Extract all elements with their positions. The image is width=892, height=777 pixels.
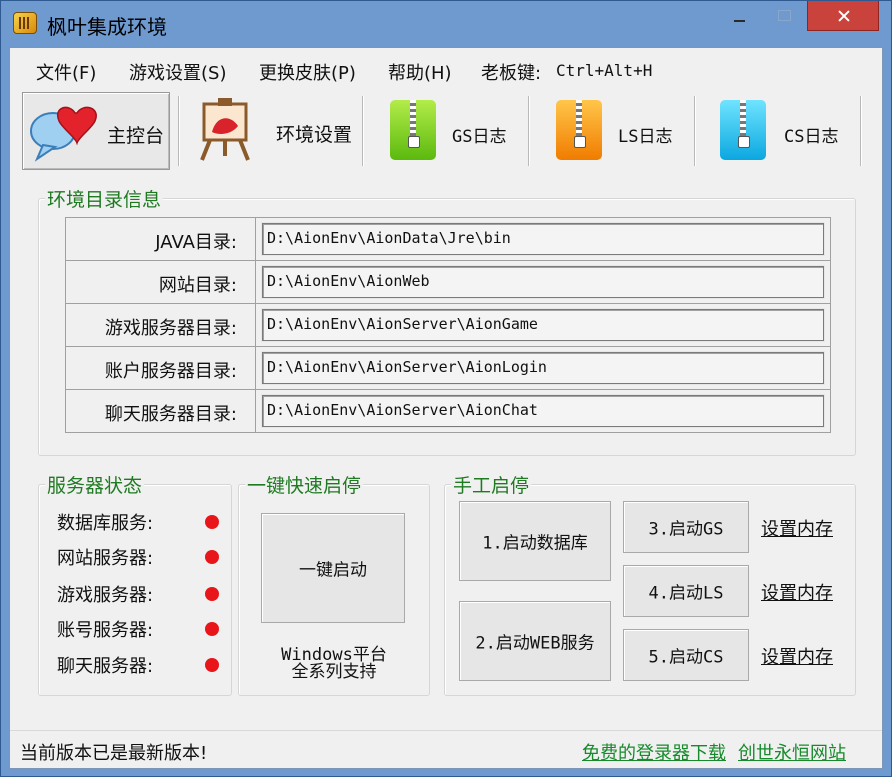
db-service-label: 数据库服务: bbox=[57, 513, 154, 534]
start-ls-label: 4.启动LS bbox=[648, 583, 724, 604]
minimize-icon[interactable] bbox=[715, 1, 763, 31]
version-status-text: 当前版本已是最新版本! bbox=[20, 743, 208, 764]
boss-key-label: 老板键: bbox=[481, 63, 542, 84]
list-item: 网站服务器: bbox=[57, 544, 219, 570]
set-memory-gs-link[interactable]: 设置内存 bbox=[761, 515, 833, 541]
table-row: 游戏服务器目录: D:\AionEnv\AionServer\AionGame bbox=[65, 303, 831, 347]
menu-help[interactable]: 帮助(H) bbox=[388, 59, 452, 85]
dir-label-cell: 聊天服务器目录: bbox=[66, 390, 256, 432]
set-memory-cs-link[interactable]: 设置内存 bbox=[761, 643, 833, 669]
start-database-button[interactable]: 1.启动数据库 bbox=[459, 501, 611, 581]
tab-gs-log[interactable]: GS日志 bbox=[368, 92, 528, 170]
manual-control-title: 手工启停 bbox=[451, 471, 532, 498]
list-item: 账号服务器: bbox=[57, 616, 219, 642]
zip-cyan-icon bbox=[720, 100, 766, 160]
menu-file[interactable]: 文件(F) bbox=[36, 59, 96, 85]
tab-env-settings-label: 环境设置 bbox=[276, 124, 353, 146]
game-server-dir-label: 游戏服务器目录: bbox=[104, 318, 237, 339]
one-click-start-label: 一键启动 bbox=[299, 560, 367, 581]
tab-env-settings[interactable]: 环境设置 bbox=[186, 92, 358, 170]
set-memory-ls-link[interactable]: 设置内存 bbox=[761, 579, 833, 605]
start-cs-button[interactable]: 5.启动CS bbox=[623, 629, 749, 681]
chat-server-dir-label: 聊天服务器目录: bbox=[104, 404, 237, 425]
dir-label-cell: 游戏服务器目录: bbox=[66, 304, 256, 346]
toolbar-divider bbox=[178, 96, 180, 166]
one-click-start-button[interactable]: 一键启动 bbox=[261, 513, 405, 623]
table-row: 网站目录: D:\AionEnv\AionWeb bbox=[65, 260, 831, 304]
toolbar-divider bbox=[362, 96, 364, 166]
start-ls-button[interactable]: 4.启动LS bbox=[623, 565, 749, 617]
java-dir-field[interactable]: D:\AionEnv\AionData\Jre\bin bbox=[262, 223, 824, 255]
tab-cs-log-label: CS日志 bbox=[784, 127, 839, 147]
game-status-led bbox=[205, 587, 219, 601]
game-server-label: 游戏服务器: bbox=[57, 585, 154, 606]
table-row: 账户服务器目录: D:\AionEnv\AionServer\AionLogin bbox=[65, 346, 831, 390]
tab-main-console[interactable]: 主控台 bbox=[22, 92, 170, 170]
table-row: JAVA目录: D:\AionEnv\AionData\Jre\bin bbox=[65, 217, 831, 261]
status-bar: 当前版本已是最新版本! 免费的登录器下载 创世永恒网站 bbox=[10, 730, 882, 768]
table-row: 聊天服务器目录: D:\AionEnv\AionServer\AionChat bbox=[65, 389, 831, 433]
web-dir-field[interactable]: D:\AionEnv\AionWeb bbox=[262, 266, 824, 298]
start-web-label: 2.启动WEB服务 bbox=[475, 633, 595, 654]
chat-server-dir-field[interactable]: D:\AionEnv\AionServer\AionChat bbox=[262, 395, 824, 427]
website-link[interactable]: 创世永恒网站 bbox=[738, 739, 846, 765]
toolbar-divider bbox=[694, 96, 696, 166]
toolbar: 主控台 环境设置 GS日志 LS日志 CS日志 bbox=[10, 92, 882, 176]
quick-start-group: 一键快速启停 一键启动 Windows平台 全系列支持 bbox=[238, 471, 430, 696]
window-title: 枫叶集成环境 bbox=[47, 15, 167, 39]
login-server-dir-field[interactable]: D:\AionEnv\AionServer\AionLogin bbox=[262, 352, 824, 384]
tab-cs-log[interactable]: CS日志 bbox=[700, 92, 862, 170]
chat-server-label: 聊天服务器: bbox=[57, 656, 154, 677]
list-item: 数据库服务: bbox=[57, 509, 219, 535]
chat-bubbles-icon bbox=[30, 106, 97, 162]
boss-key-value: Ctrl+Alt+H bbox=[556, 61, 653, 80]
start-gs-button[interactable]: 3.启动GS bbox=[623, 501, 749, 553]
tab-ls-log-label: LS日志 bbox=[618, 127, 673, 147]
zip-green-icon bbox=[390, 100, 436, 160]
app-window: 枫叶集成环境 文件(F) 游戏设置(S) 更换皮肤(P) 帮助(H) 老板键: … bbox=[0, 0, 892, 777]
tab-main-console-label: 主控台 bbox=[107, 125, 165, 147]
maximize-icon[interactable] bbox=[763, 1, 805, 31]
dir-label-cell: JAVA目录: bbox=[66, 218, 256, 260]
close-icon[interactable] bbox=[807, 1, 879, 31]
account-server-label: 账号服务器: bbox=[57, 620, 154, 641]
tab-ls-log[interactable]: LS日志 bbox=[534, 92, 694, 170]
toolbar-divider bbox=[528, 96, 530, 166]
db-status-led bbox=[205, 515, 219, 529]
server-status-title: 服务器状态 bbox=[45, 471, 145, 498]
game-server-dir-field[interactable]: D:\AionEnv\AionServer\AionGame bbox=[262, 309, 824, 341]
app-logo-icon bbox=[13, 12, 37, 34]
dir-label-cell: 网站目录: bbox=[66, 261, 256, 303]
toolbar-divider bbox=[860, 96, 862, 166]
platform-support-line2: 全系列支持 bbox=[291, 662, 377, 682]
start-web-button[interactable]: 2.启动WEB服务 bbox=[459, 601, 611, 681]
start-database-label: 1.启动数据库 bbox=[482, 533, 588, 554]
start-cs-label: 5.启动CS bbox=[648, 647, 724, 668]
start-gs-label: 3.启动GS bbox=[648, 519, 724, 540]
menu-game-settings[interactable]: 游戏设置(S) bbox=[129, 59, 226, 85]
login-server-dir-label: 账户服务器目录: bbox=[104, 361, 237, 382]
menu-change-skin[interactable]: 更换皮肤(P) bbox=[259, 59, 356, 85]
java-dir-label: JAVA目录: bbox=[155, 232, 237, 253]
manual-control-group: 手工启停 1.启动数据库 2.启动WEB服务 3.启动GS 4.启动LS 5.启… bbox=[444, 471, 856, 696]
env-dir-group-title: 环境目录信息 bbox=[45, 185, 164, 212]
title-bar[interactable]: 枫叶集成环境 bbox=[1, 1, 891, 47]
easel-icon bbox=[200, 98, 250, 161]
web-dir-label: 网站目录: bbox=[158, 275, 237, 296]
chat-status-led bbox=[205, 658, 219, 672]
login-client-download-link[interactable]: 免费的登录器下载 bbox=[582, 739, 726, 765]
quick-start-title: 一键快速启停 bbox=[245, 471, 364, 498]
server-status-group: 服务器状态 数据库服务: 网站服务器: 游戏服务器: 账号服务器: 聊天服务器: bbox=[38, 471, 232, 696]
web-status-led bbox=[205, 550, 219, 564]
menu-bar: 文件(F) 游戏设置(S) 更换皮肤(P) 帮助(H) 老板键: Ctrl+Al… bbox=[10, 48, 882, 90]
dir-label-cell: 账户服务器目录: bbox=[66, 347, 256, 389]
zip-orange-icon bbox=[556, 100, 602, 160]
web-server-label: 网站服务器: bbox=[57, 548, 154, 569]
main-panel: 文件(F) 游戏设置(S) 更换皮肤(P) 帮助(H) 老板键: Ctrl+Al… bbox=[9, 47, 883, 769]
tab-gs-log-label: GS日志 bbox=[452, 127, 507, 147]
account-status-led bbox=[205, 622, 219, 636]
env-dir-group: 环境目录信息 JAVA目录: D:\AionEnv\AionData\Jre\b… bbox=[38, 185, 856, 456]
list-item: 聊天服务器: bbox=[57, 652, 219, 678]
list-item: 游戏服务器: bbox=[57, 581, 219, 607]
